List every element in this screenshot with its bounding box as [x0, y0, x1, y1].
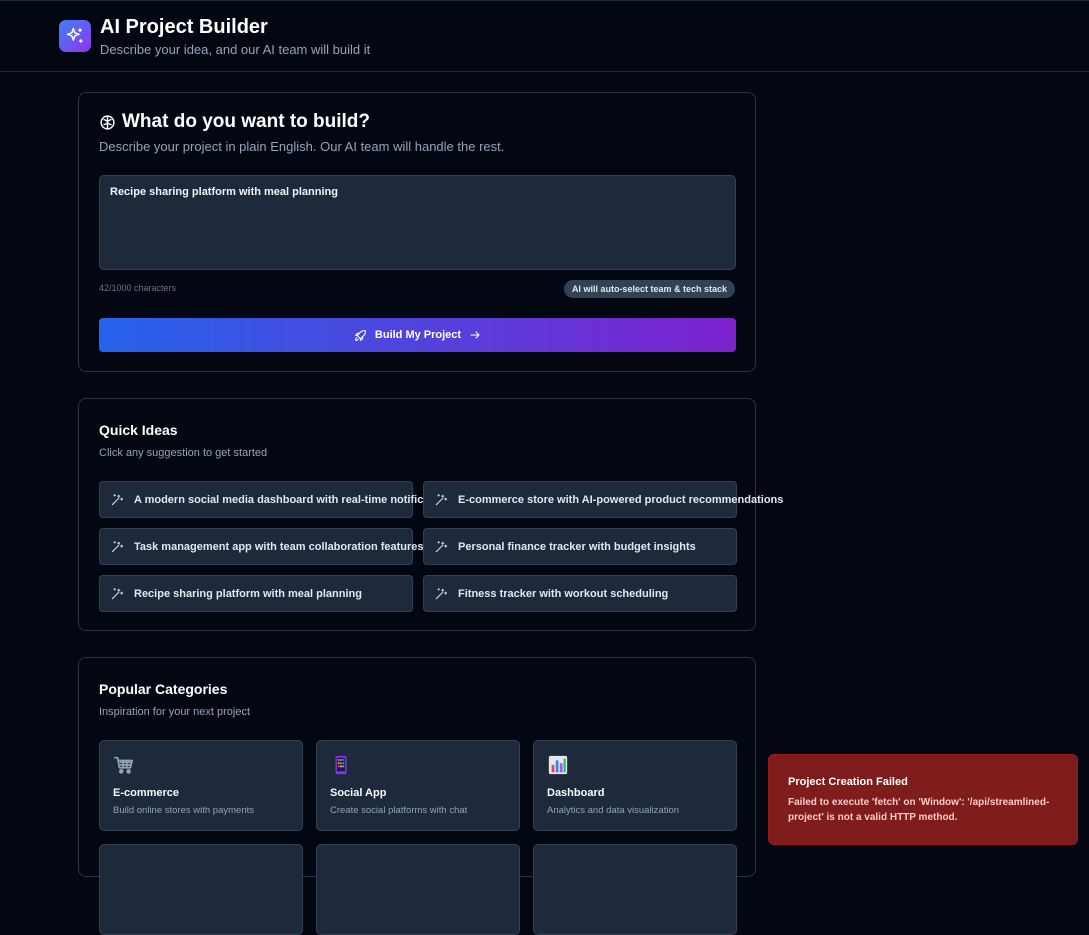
toast-title: Project Creation Failed: [788, 776, 908, 788]
category-card-partial[interactable]: [99, 844, 303, 935]
bar-chart-icon: [548, 755, 568, 775]
quick-idea-item[interactable]: Recipe sharing platform with meal planni…: [99, 575, 413, 612]
build-card: What do you want to build? Describe your…: [78, 92, 756, 372]
arrow-right-icon: [470, 331, 480, 339]
brain-icon: [100, 114, 115, 130]
categories-grid: E-commerce Build online stores with paym…: [99, 740, 737, 935]
shopping-cart-icon: [114, 756, 134, 774]
magic-wand-icon: [435, 540, 448, 552]
build-description: Describe your project in plain English. …: [99, 139, 505, 154]
project-prompt-input[interactable]: Recipe sharing platform with meal planni…: [99, 175, 736, 270]
quick-idea-item[interactable]: Task management app with team collaborat…: [99, 528, 424, 565]
magic-wand-icon: [111, 540, 124, 552]
quick-ideas-description: Click any suggestion to get started: [99, 447, 268, 459]
quick-idea-label: Recipe sharing platform with meal planni…: [134, 587, 362, 600]
character-count: 42/1000 characters: [99, 283, 177, 293]
category-card-partial[interactable]: [316, 844, 520, 935]
quick-idea-item[interactable]: E-commerce store with AI-powered product…: [423, 481, 783, 518]
popular-categories-card: Popular Categories Inspiration for your …: [78, 657, 756, 935]
toast-message: Failed to execute 'fetch' on 'Window': '…: [788, 797, 1050, 823]
category-name: Dashboard: [547, 787, 605, 799]
category-card-dashboard[interactable]: Dashboard Analytics and data visualizati…: [533, 740, 737, 831]
quick-idea-label: Fitness tracker with workout scheduling: [458, 587, 669, 600]
quick-idea-label: A modern social media dashboard with rea…: [134, 493, 456, 506]
category-description: Analytics and data visualization: [547, 805, 680, 816]
build-title: What do you want to build?: [99, 111, 370, 133]
categories-description: Inspiration for your next project: [99, 706, 251, 718]
error-toast[interactable]: Project Creation Failed Failed to execut…: [768, 754, 1078, 845]
sparkles-icon: [59, 20, 91, 52]
app-header: AI Project Builder Describe your idea, a…: [0, 0, 1089, 72]
magic-wand-icon: [111, 587, 124, 599]
app-subtitle: Describe your idea, and our AI team will…: [100, 42, 371, 57]
rocket-icon: [354, 329, 366, 341]
mobile-phone-icon: [335, 755, 347, 775]
quick-ideas-card: Quick Ideas Click any suggestion to get …: [78, 398, 783, 631]
category-name: E-commerce: [113, 787, 180, 799]
category-name: Social App: [330, 787, 387, 799]
quick-ideas-title: Quick Ideas: [99, 422, 178, 438]
categories-title: Popular Categories: [99, 681, 228, 697]
quick-idea-item[interactable]: Personal finance tracker with budget ins…: [423, 528, 737, 565]
ai-auto-select-badge: AI will auto-select team & tech stack: [563, 280, 735, 298]
quick-idea-label: Personal finance tracker with budget ins…: [458, 540, 696, 553]
quick-idea-label: Task management app with team collaborat…: [134, 540, 424, 553]
category-card-social-app[interactable]: Social App Create social platforms with …: [316, 740, 520, 831]
app-title: AI Project Builder: [100, 16, 268, 38]
category-description: Create social platforms with chat: [330, 805, 468, 816]
quick-idea-label: E-commerce store with AI-powered product…: [458, 493, 784, 506]
build-title-text: What do you want to build?: [122, 111, 371, 132]
magic-wand-icon: [435, 493, 448, 505]
build-project-button[interactable]: Build My Project: [99, 318, 736, 352]
quick-idea-item[interactable]: A modern social media dashboard with rea…: [99, 481, 456, 518]
build-button-label: Build My Project: [374, 329, 462, 341]
category-card-partial[interactable]: [533, 844, 737, 935]
category-card-ecommerce[interactable]: E-commerce Build online stores with paym…: [99, 740, 303, 831]
category-description: Build online stores with payments: [113, 805, 254, 816]
quick-ideas-grid: A modern social media dashboard with rea…: [99, 481, 783, 612]
quick-idea-item[interactable]: Fitness tracker with workout scheduling: [423, 575, 737, 612]
magic-wand-icon: [435, 587, 448, 599]
magic-wand-icon: [111, 493, 124, 505]
